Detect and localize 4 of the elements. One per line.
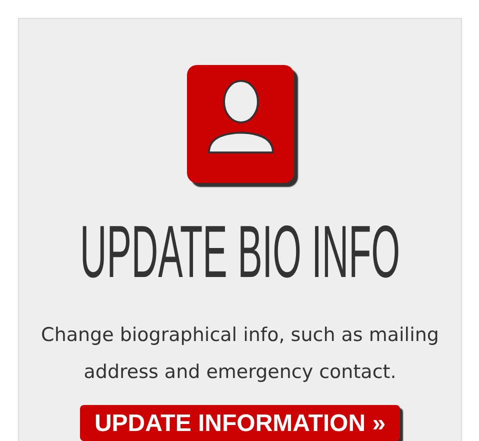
card-title: UPDATE BIO INFO [80, 214, 400, 289]
card-description: Change biographical info, such as mailing address and emergency contact. [40, 322, 440, 385]
user-profile-icon [186, 65, 294, 183]
update-information-button[interactable]: UPDATE INFORMATION » [80, 404, 400, 441]
